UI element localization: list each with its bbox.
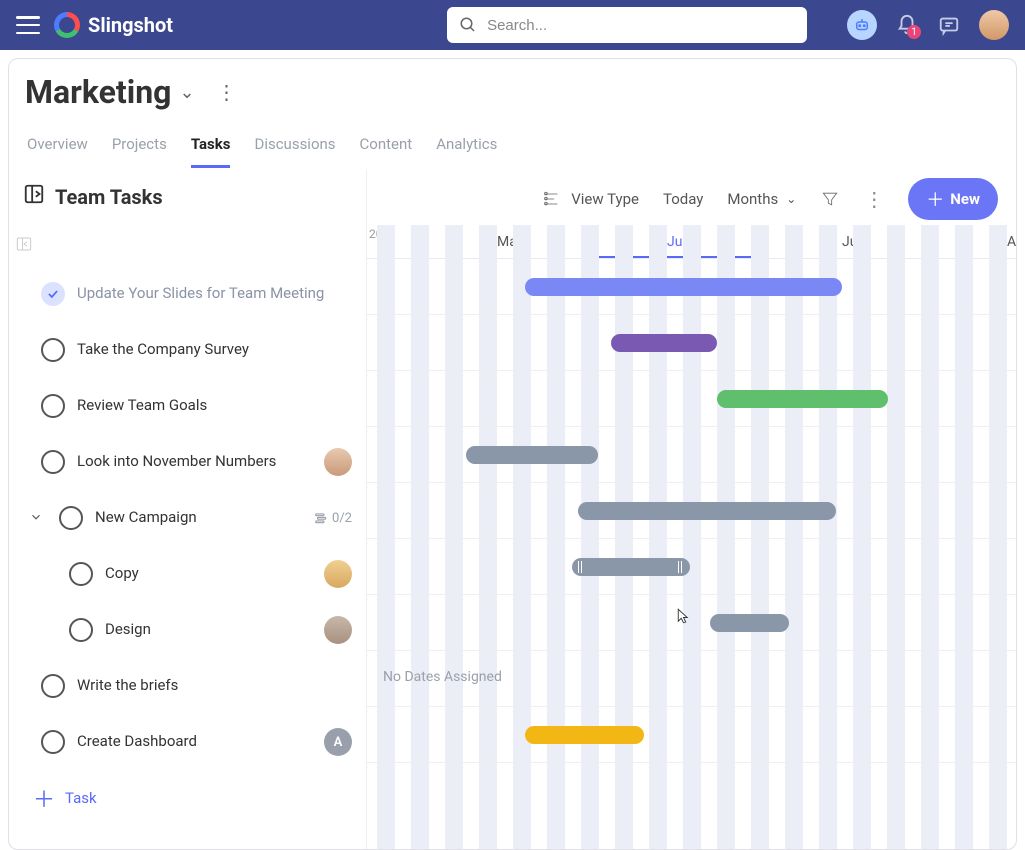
- tab-tasks[interactable]: Tasks: [191, 127, 231, 168]
- task-name: Update Your Slides for Team Meeting: [77, 284, 352, 304]
- task-name: Write the briefs: [77, 676, 352, 696]
- task-name: New Campaign: [95, 508, 302, 528]
- tab-overview[interactable]: Overview: [27, 127, 88, 168]
- task-name: Look into November Numbers: [77, 452, 312, 472]
- task-row[interactable]: New Campaign 0/2: [23, 490, 358, 546]
- gantt-row[interactable]: [367, 315, 1016, 371]
- page-more-icon[interactable]: ⋮: [217, 80, 237, 104]
- task-checkbox[interactable]: [41, 674, 65, 698]
- assignee-avatar[interactable]: [324, 616, 352, 644]
- tabs-bar: Overview Projects Tasks Discussions Content A…: [25, 127, 1000, 169]
- task-checkbox[interactable]: [69, 618, 93, 642]
- task-checkbox[interactable]: [59, 506, 83, 530]
- task-row[interactable]: Update Your Slides for Team Meeting: [23, 266, 358, 322]
- task-name: Take the Company Survey: [77, 340, 352, 360]
- tab-discussions[interactable]: Discussions: [254, 127, 335, 168]
- gantt-bar[interactable]: [572, 558, 691, 576]
- task-name: Review Team Goals: [77, 396, 352, 416]
- task-row[interactable]: Design: [63, 602, 358, 658]
- gantt-row[interactable]: No Dates Assigned: [367, 651, 1016, 707]
- view-type-button[interactable]: View Type: [543, 189, 639, 209]
- assignee-avatar[interactable]: [324, 560, 352, 588]
- topbar: Slingshot 1: [0, 0, 1025, 50]
- chevron-down-icon: ⌄: [179, 82, 194, 103]
- brand-name: Slingshot: [88, 13, 173, 37]
- gantt-toolbar: View Type Today Months ⌄ ⋮ ＋ New: [367, 169, 1016, 225]
- assistant-icon[interactable]: [847, 10, 877, 40]
- gantt-bar[interactable]: [525, 278, 842, 296]
- assignee-avatar[interactable]: A: [324, 728, 352, 756]
- search-icon: [459, 16, 477, 34]
- task-checkbox[interactable]: [41, 394, 65, 418]
- section-title: Team Tasks: [55, 185, 163, 209]
- plus-icon: ＋: [33, 782, 55, 814]
- task-checkbox[interactable]: [41, 338, 65, 362]
- collapse-pane-icon[interactable]: [15, 235, 33, 257]
- topbar-right: 1: [847, 10, 1009, 40]
- plus-icon: ＋: [926, 186, 944, 212]
- task-row[interactable]: Review Team Goals: [23, 378, 358, 434]
- task-name: Create Dashboard: [77, 732, 312, 752]
- assignee-avatar[interactable]: [324, 448, 352, 476]
- task-row[interactable]: Copy: [63, 546, 358, 602]
- gantt-bar[interactable]: [525, 726, 644, 744]
- task-checkbox[interactable]: [41, 450, 65, 474]
- gantt-row[interactable]: [367, 427, 1016, 483]
- range-label: Months: [727, 190, 778, 208]
- add-task-button[interactable]: ＋ Task: [23, 770, 358, 826]
- task-checkbox[interactable]: [41, 730, 65, 754]
- board-icon: [23, 183, 45, 210]
- tab-analytics[interactable]: Analytics: [436, 127, 497, 168]
- chevron-down-icon: ⌄: [786, 192, 796, 206]
- gantt-chart[interactable]: 2021 MayJuneAugustJuly No Dates Assigned: [367, 225, 1016, 849]
- filter-button[interactable]: [820, 189, 840, 209]
- chevron-down-icon[interactable]: [29, 509, 47, 528]
- user-avatar[interactable]: [979, 10, 1009, 40]
- messages-icon[interactable]: [937, 13, 961, 37]
- page-card: Marketing ⌄ ⋮ Overview Projects Tasks Discu…: [8, 58, 1017, 850]
- tab-projects[interactable]: Projects: [112, 127, 167, 168]
- task-list-pane: Team Tasks Update Your Slides for Team M…: [9, 169, 367, 849]
- no-dates-label: No Dates Assigned: [383, 669, 502, 685]
- notification-badge: 1: [907, 25, 921, 39]
- gantt-bar[interactable]: [578, 502, 835, 520]
- today-button[interactable]: Today: [663, 190, 703, 208]
- search-input[interactable]: [487, 17, 795, 34]
- tab-content[interactable]: Content: [360, 127, 413, 168]
- gantt-bar[interactable]: [611, 334, 717, 352]
- task-row[interactable]: Take the Company Survey: [23, 322, 358, 378]
- brand-logo[interactable]: Slingshot: [54, 12, 173, 38]
- workspace-dropdown[interactable]: Marketing ⌄ ⋮: [25, 73, 1000, 111]
- task-checkbox[interactable]: [69, 562, 93, 586]
- task-name: Design: [105, 620, 312, 640]
- gantt-row[interactable]: [367, 539, 1016, 595]
- gantt-bar[interactable]: [717, 390, 889, 408]
- task-checkbox[interactable]: [41, 282, 65, 306]
- gantt-bar[interactable]: [710, 614, 789, 632]
- range-dropdown[interactable]: Months ⌄: [727, 190, 796, 208]
- gantt-row[interactable]: [367, 707, 1016, 763]
- task-row[interactable]: Write the briefs: [23, 658, 358, 714]
- gantt-row[interactable]: [367, 371, 1016, 427]
- view-type-label: View Type: [571, 190, 639, 208]
- add-task-label: Task: [65, 789, 97, 807]
- today-label: Today: [663, 190, 703, 208]
- logo-mark-icon: [54, 12, 80, 38]
- new-label: New: [950, 190, 980, 208]
- new-button[interactable]: ＋ New: [908, 178, 998, 220]
- task-row[interactable]: Look into November Numbers: [23, 434, 358, 490]
- menu-icon[interactable]: [16, 16, 40, 34]
- task-name: Copy: [105, 564, 312, 584]
- subtask-count: 0/2: [314, 511, 352, 526]
- search-bar[interactable]: [447, 7, 807, 43]
- notifications-icon[interactable]: 1: [895, 13, 919, 37]
- task-row[interactable]: Create Dashboard A: [23, 714, 358, 770]
- gantt-row[interactable]: [367, 259, 1016, 315]
- month-label: August: [1007, 234, 1016, 250]
- page-title: Marketing: [25, 73, 171, 111]
- gantt-bar[interactable]: [466, 446, 598, 464]
- gantt-row[interactable]: [367, 595, 1016, 651]
- gantt-row[interactable]: [367, 483, 1016, 539]
- toolbar-more-icon[interactable]: ⋮: [864, 187, 884, 211]
